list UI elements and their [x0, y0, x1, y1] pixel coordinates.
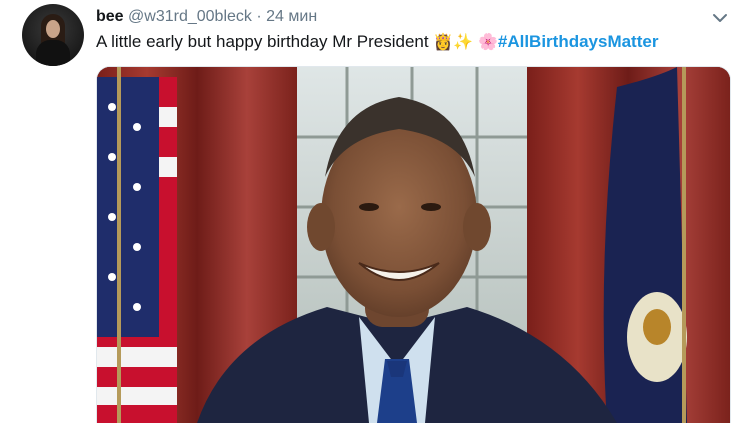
presidential-flag [603, 67, 687, 423]
sparkles-emoji: ✨ [453, 32, 474, 51]
tweet-text: A little early but happy birthday Mr Pre… [96, 32, 658, 52]
tweet-photo[interactable] [96, 66, 731, 423]
avatar-body [36, 40, 70, 66]
user-handle[interactable]: @w31rd_00bleck [128, 8, 252, 25]
tweet-header: bee @w31rd_00bleck · 24 мин [96, 8, 317, 28]
photo-image [97, 67, 730, 423]
us-flag [97, 67, 177, 423]
princess-emoji: 👸 [433, 32, 454, 51]
chevron-down-icon[interactable] [710, 8, 730, 28]
hashtag-link[interactable]: #AllBirthdaysMatter [498, 32, 659, 51]
avatar[interactable] [22, 4, 84, 66]
blossom-emoji: 🌸 [477, 32, 498, 51]
display-name[interactable]: bee [96, 8, 124, 25]
separator-dot: · [256, 8, 262, 25]
tweet[interactable]: bee @w31rd_00bleck · 24 мин A little ear… [0, 0, 751, 423]
tweet-text-body: A little early but happy birthday Mr Pre… [96, 32, 429, 51]
avatar-face [46, 20, 60, 38]
timestamp[interactable]: 24 мин [266, 8, 317, 25]
